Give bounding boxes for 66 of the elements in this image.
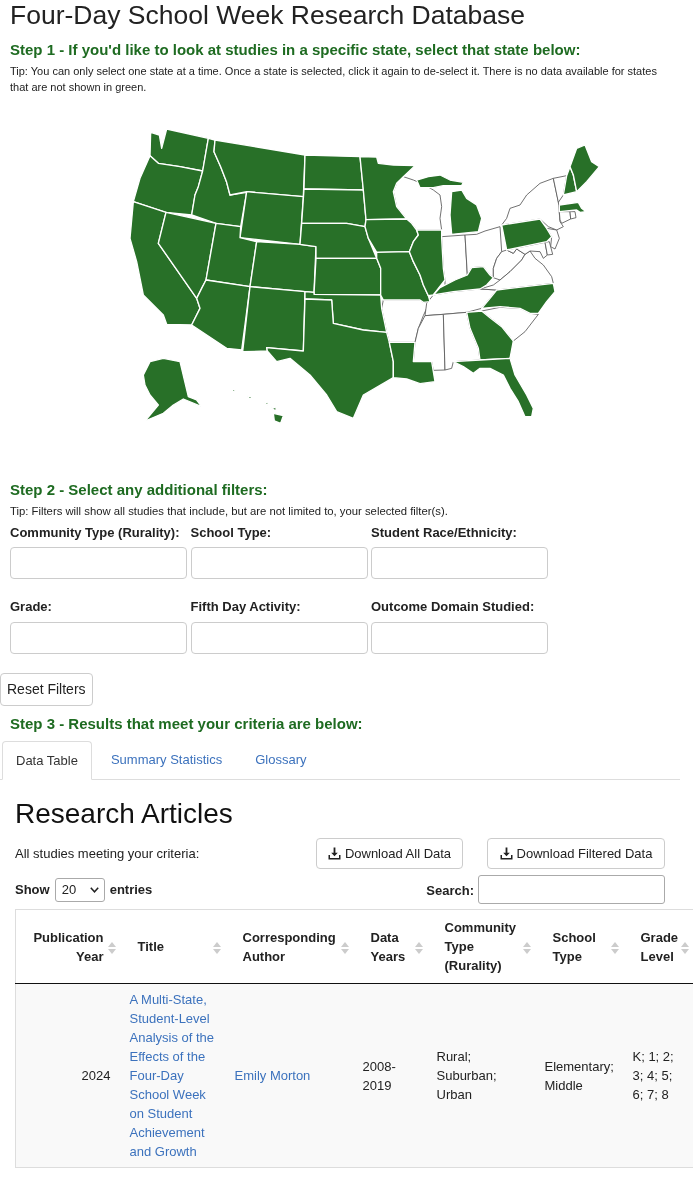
search-label: Search: xyxy=(426,881,474,900)
sort-icon xyxy=(522,941,531,955)
state-shape[interactable] xyxy=(464,226,503,279)
download-button[interactable]: Download All Data xyxy=(316,838,463,869)
search-field[interactable] xyxy=(478,875,665,904)
cell-link[interactable]: Emily Morton xyxy=(234,1066,347,1085)
filter-field[interactable] xyxy=(10,547,187,579)
column-header[interactable]: Community Type (Rurality) xyxy=(428,909,537,984)
state-shape[interactable] xyxy=(544,241,554,256)
page-title: Four-Day School Week Research Database xyxy=(10,0,527,30)
entries-select[interactable]: 20 xyxy=(54,877,105,902)
cell-link[interactable]: A Multi-State, Student-Level Analysis of the Effects of the Four-Day School Week on Student Achievement and Growth xyxy=(129,990,219,1161)
sort-icon xyxy=(680,941,689,955)
table-cell: 2024 xyxy=(15,983,122,1168)
download-button[interactable]: Download Filtered Data xyxy=(487,838,665,869)
state-shape[interactable] xyxy=(492,248,526,281)
reset-filters-button[interactable]: Reset Filters xyxy=(0,673,93,706)
column-header[interactable]: Title xyxy=(121,909,227,984)
column-header[interactable]: Grade Level xyxy=(624,909,693,984)
sort-icon xyxy=(107,941,116,955)
state-shape[interactable] xyxy=(392,176,443,231)
show-label: Show xyxy=(15,880,50,899)
state-shape[interactable] xyxy=(501,177,564,231)
column-header[interactable]: School Type xyxy=(536,909,625,984)
column-header[interactable]: Publication Year xyxy=(15,909,122,984)
table-cell: K; 1; 2; 3; 4; 5; 6; 7; 8 xyxy=(624,983,693,1168)
download-icon xyxy=(499,847,513,860)
sort-icon xyxy=(610,941,619,955)
chevron-down-icon xyxy=(89,886,99,893)
filter-field[interactable] xyxy=(371,622,548,654)
column-header[interactable]: Corresponding Author xyxy=(226,909,355,984)
table-cell: Elementary; Middle xyxy=(536,983,625,1168)
entries-label: entries xyxy=(109,880,153,899)
filter-field[interactable] xyxy=(10,622,187,654)
table-cell: Rural; Suburban; Urban xyxy=(428,983,537,1168)
column-header[interactable]: Data Years xyxy=(354,909,429,984)
tip-text: Tip: You can only select one state at a time. Once a state is selected, click it again to de-select it. There is no data available for states that are not shown in green. xyxy=(10,64,658,95)
criteria-caption: All studies meeting your criteria: xyxy=(15,844,201,863)
table-cell: 2008-2019 xyxy=(354,983,429,1168)
step-heading: Step 3 - Results that meet your criteria are below: xyxy=(10,715,364,733)
state-shape[interactable] xyxy=(552,175,568,203)
step-heading: Step 1 - If you'd like to look at studies in a specific state, select that state below: xyxy=(10,41,582,59)
filter-label: Fifth Day Activity: xyxy=(190,598,302,616)
state-shape[interactable] xyxy=(569,211,577,220)
tab[interactable]: Summary Statistics xyxy=(96,741,237,779)
filter-label: Grade: xyxy=(10,598,53,616)
filter-field[interactable] xyxy=(190,547,368,579)
filter-field[interactable] xyxy=(190,622,368,654)
state-shape[interactable] xyxy=(442,311,481,371)
sort-icon xyxy=(414,941,423,955)
tip-text: Tip: Filters will show all studies that include, but are not limited to, your selected filter(s). xyxy=(10,504,449,519)
state-shape[interactable] xyxy=(481,306,539,342)
step-heading: Step 2 - Select any additional filters: xyxy=(10,481,269,499)
filter-label: Student Race/Ethnicity: xyxy=(371,524,518,542)
state-shape[interactable] xyxy=(412,313,446,371)
filter-label: School Type: xyxy=(190,524,273,542)
filter-field[interactable] xyxy=(371,547,548,579)
state-shape[interactable] xyxy=(479,250,554,291)
filter-label: Outcome Domain Studied: xyxy=(371,598,536,616)
filter-label: Community Type (Rurality): xyxy=(10,524,181,542)
sort-icon xyxy=(340,941,349,955)
tab[interactable]: Data Table xyxy=(2,741,92,780)
download-icon xyxy=(327,847,341,860)
tab[interactable]: Glossary xyxy=(241,741,321,779)
sort-icon xyxy=(212,941,221,955)
section-heading: Research Articles xyxy=(15,798,234,830)
